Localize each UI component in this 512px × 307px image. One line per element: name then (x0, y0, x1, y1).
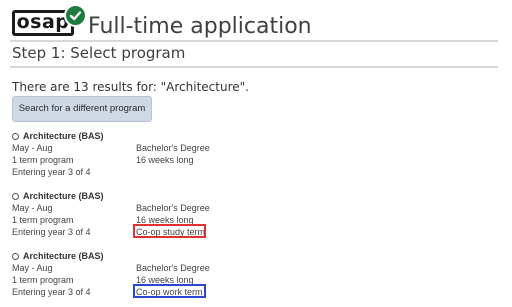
header-divider (10, 40, 498, 42)
program-length: 1 term program (12, 275, 74, 285)
app-title: Full-time application (88, 14, 312, 39)
program-length: 1 term program (12, 215, 74, 225)
program-degree: Bachelor's Degree (136, 263, 210, 273)
program-entering-year: Entering year 3 of 4 (12, 227, 91, 237)
program-option[interactable]: Architecture (BAS) May - Aug Bachelor's … (12, 191, 312, 247)
program-term: May - Aug (12, 203, 53, 213)
program-term: May - Aug (12, 263, 53, 273)
program-entering-year: Entering year 3 of 4 (12, 167, 91, 177)
program-radio[interactable] (12, 133, 19, 140)
program-name: Architecture (BAS) (23, 131, 104, 141)
program-term: May - Aug (12, 143, 53, 153)
program-note: Co-op study term (136, 227, 206, 237)
program-radio[interactable] (12, 253, 19, 260)
step-divider (10, 66, 498, 68)
results-count: There are 13 results for: "Architecture"… (12, 80, 249, 94)
search-different-program-button[interactable]: Search for a different program (12, 96, 152, 122)
program-weeks: 16 weeks long (136, 155, 194, 165)
checkmark-icon (64, 4, 87, 27)
program-degree: Bachelor's Degree (136, 203, 210, 213)
program-name: Architecture (BAS) (23, 191, 104, 201)
program-entering-year: Entering year 3 of 4 (12, 287, 91, 297)
program-name: Architecture (BAS) (23, 251, 104, 261)
page-title: Step 1: Select program (12, 44, 186, 62)
program-radio[interactable] (12, 193, 19, 200)
program-degree: Bachelor's Degree (136, 143, 210, 153)
program-length: 1 term program (12, 155, 74, 165)
program-note: Co-op work term (136, 287, 203, 297)
program-option[interactable]: Architecture (BAS) May - Aug Bachelor's … (12, 251, 312, 307)
program-option[interactable]: Architecture (BAS) May - Aug Bachelor's … (12, 131, 312, 187)
